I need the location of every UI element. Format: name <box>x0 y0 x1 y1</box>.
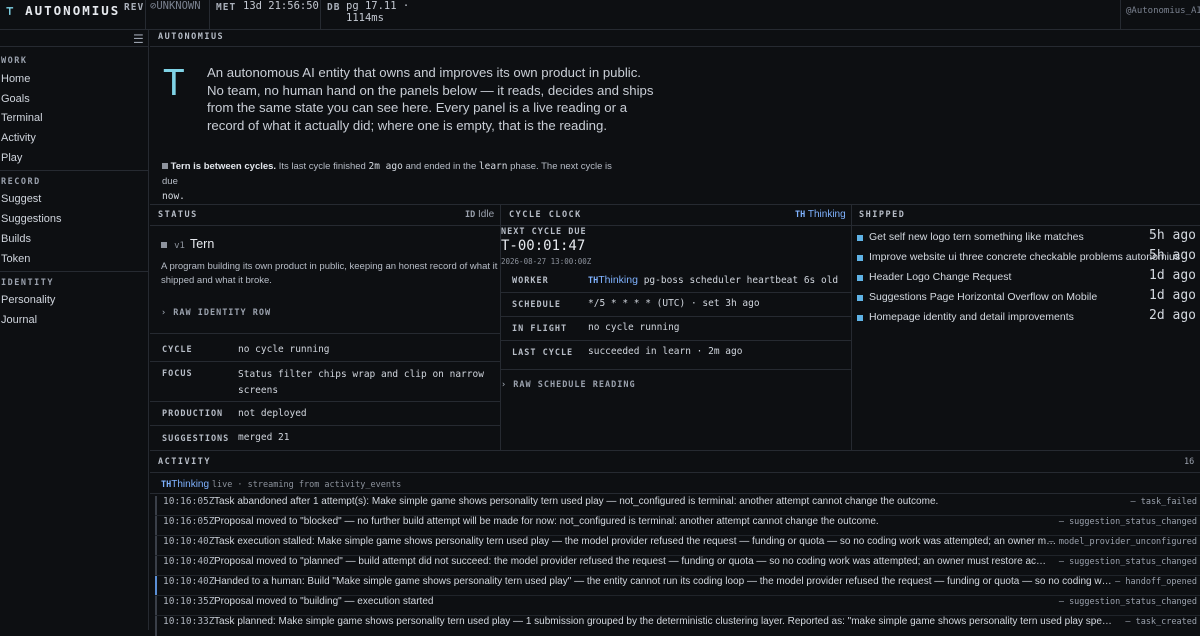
last-cycle-time: 2m ago <box>368 161 403 172</box>
raw-schedule-reading-toggle[interactable]: › RAW SCHEDULE READING <box>501 380 636 390</box>
entity-description: A program building its own product in pu… <box>161 261 498 286</box>
activity-stream-status: THThinking live · streaming from activit… <box>161 479 402 490</box>
status-key-production: PRODUCTION <box>162 409 224 419</box>
due-timestamp: 2026-08-27 13:00:00Z <box>501 257 592 266</box>
sidebar-item-suggest[interactable]: Suggest <box>1 193 41 205</box>
sidebar-item-play[interactable]: Play <box>1 152 22 164</box>
status-key-cycle: CYCLE <box>162 345 193 355</box>
activity-event-row[interactable]: 10:10:35Z Proposal moved to "building" — … <box>155 596 1200 616</box>
met-segment: MET 13d 21:56:50 <box>210 0 321 30</box>
tern-logo-icon: ⊤ <box>6 3 16 18</box>
sidebar-item-builds[interactable]: Builds <box>1 233 31 245</box>
clock-key-worker: WORKER <box>512 276 549 286</box>
cycle-status-note: Tern is between cycles. Its last cycle f… <box>162 161 612 202</box>
status-indicator-icon <box>161 242 167 249</box>
rev-segment: REV ⊘UNKNOWN <box>124 0 210 30</box>
social-handle-link[interactable]: @Autonomius_AI <box>1126 6 1200 16</box>
rev-value: ⊘UNKNOWN <box>150 0 201 12</box>
status-key-focus: FOCUS <box>162 369 193 379</box>
clock-value-in-flight: no cycle running <box>588 322 680 333</box>
shipped-bullet-icon <box>857 235 863 241</box>
shipped-header: SHIPPED <box>859 210 906 220</box>
entity-version: v1 <box>174 241 185 251</box>
shipped-bullet-icon <box>857 275 863 281</box>
intro-line: An autonomous AI entity that owns and im… <box>207 65 641 80</box>
sidebar-section-work: WORK <box>1 56 28 66</box>
db-label: DB <box>327 2 341 13</box>
db-value: pg 17.11 · 1114ms <box>346 0 410 24</box>
shipped-bullet-icon <box>857 315 863 321</box>
status-state-badge: ID Idle <box>465 209 495 220</box>
sidebar-section-record: RECORD <box>1 177 41 187</box>
status-value-suggestions: merged 21 <box>238 432 290 443</box>
idle-indicator-icon <box>162 163 168 170</box>
intro-paragraph: An autonomous AI entity that owns and im… <box>207 64 653 134</box>
intro-line: No team, no human hand on the panels bel… <box>207 82 654 98</box>
top-bar: ⊤ AUTONOMIUS REV ⊘UNKNOWN MET 13d 21:56:… <box>0 0 1200 30</box>
next-cycle-label: NEXT CYCLE DUE <box>501 227 587 237</box>
status-key-suggestions: SUGGESTIONS <box>162 434 230 444</box>
tern-logo-icon: T <box>163 63 185 104</box>
sidebar-section-identity: IDENTITY <box>1 278 54 288</box>
met-label: MET <box>216 2 237 13</box>
activity-header: ACTIVITY <box>158 457 211 467</box>
status-strong: Tern is between cycles. <box>170 161 277 172</box>
sidebar-item-terminal[interactable]: Terminal <box>1 112 43 124</box>
activity-event-row[interactable]: 10:10:40Z Proposal moved to "planned" — b… <box>155 556 1200 576</box>
activity-count: 16 <box>1184 457 1195 467</box>
sidebar-item-suggestions[interactable]: Suggestions <box>1 213 62 225</box>
intro-header: AUTONOMIUS <box>158 32 225 42</box>
sidebar-item-home[interactable]: Home <box>1 73 30 85</box>
status-value-production: not deployed <box>238 408 307 419</box>
clock-key-last-cycle: LAST CYCLE <box>512 348 574 358</box>
chevron-right-icon: › <box>501 380 508 390</box>
cycle-state-badge: TH Thinking <box>795 209 846 220</box>
clock-key-in-flight: IN FLIGHT <box>512 324 568 334</box>
chevron-right-icon: › <box>161 308 168 318</box>
countdown-value: T-00:01:47 <box>501 238 586 254</box>
last-phase: learn <box>478 161 508 172</box>
sidebar-item-journal[interactable]: Journal <box>1 314 37 326</box>
next-due: now. <box>162 191 185 202</box>
entity-name: Tern <box>189 237 215 251</box>
clock-key-schedule: SCHEDULE <box>512 300 561 310</box>
clock-value-last-cycle: succeeded in learn · 2m ago <box>588 346 743 357</box>
brand-name: AUTONOMIUS <box>25 3 121 18</box>
shipped-bullet-icon <box>857 255 863 261</box>
met-value: 13d 21:56:50 <box>243 0 319 12</box>
activity-event-row[interactable]: 10:16:05Z Proposal moved to "blocked" — n… <box>155 516 1200 536</box>
sidebar-item-goals[interactable]: Goals <box>1 93 30 105</box>
brand-logo[interactable]: ⊤ AUTONOMIUS <box>6 3 120 18</box>
activity-event-row[interactable]: 10:10:40Z Task execution stalled: Make si… <box>155 536 1200 556</box>
menu-icon[interactable]: ☰ <box>133 32 144 46</box>
status-value-cycle: no cycle running <box>238 344 330 355</box>
intro-line: from the same state you can see here. Ev… <box>207 100 628 115</box>
activity-event-row-highlighted[interactable]: 10:10:40Z Handed to a human: Build "Make … <box>155 576 1200 596</box>
activity-event-row[interactable]: 10:10:33Z Task planned: Make simple game … <box>155 616 1200 636</box>
db-segment: DB pg 17.11 · 1114ms <box>321 0 441 30</box>
shipped-bullet-icon <box>857 295 863 301</box>
sidebar-item-personality[interactable]: Personality <box>1 294 55 306</box>
cycle-clock-header: CYCLE CLOCK <box>509 210 582 220</box>
raw-identity-row-toggle[interactable]: › RAW IDENTITY ROW <box>161 308 271 318</box>
sidebar-item-activity[interactable]: Activity <box>1 132 36 144</box>
sidebar-item-token[interactable]: Token <box>1 253 30 265</box>
status-value-focus: Status filter chips wrap and clip on nar… <box>238 369 484 396</box>
status-header: STATUS <box>158 210 198 220</box>
rev-label: REV <box>124 2 145 13</box>
entity-title: v1 Tern <box>161 237 214 251</box>
sidebar: ☰ WORK Home Goals Terminal Activity Play… <box>0 30 149 630</box>
shipped-item[interactable]: Homepage identity and detail improvement… <box>856 308 1200 331</box>
intro-line: record of what it actually did; where on… <box>207 117 607 133</box>
clock-value-schedule: */5 * * * * (UTC) · set 3h ago <box>588 298 760 309</box>
activity-event-row[interactable]: 10:16:05Z Task abandoned after 1 attempt(… <box>155 496 1200 516</box>
clock-value-worker: THThinking pg-boss scheduler heartbeat 6… <box>588 274 839 286</box>
